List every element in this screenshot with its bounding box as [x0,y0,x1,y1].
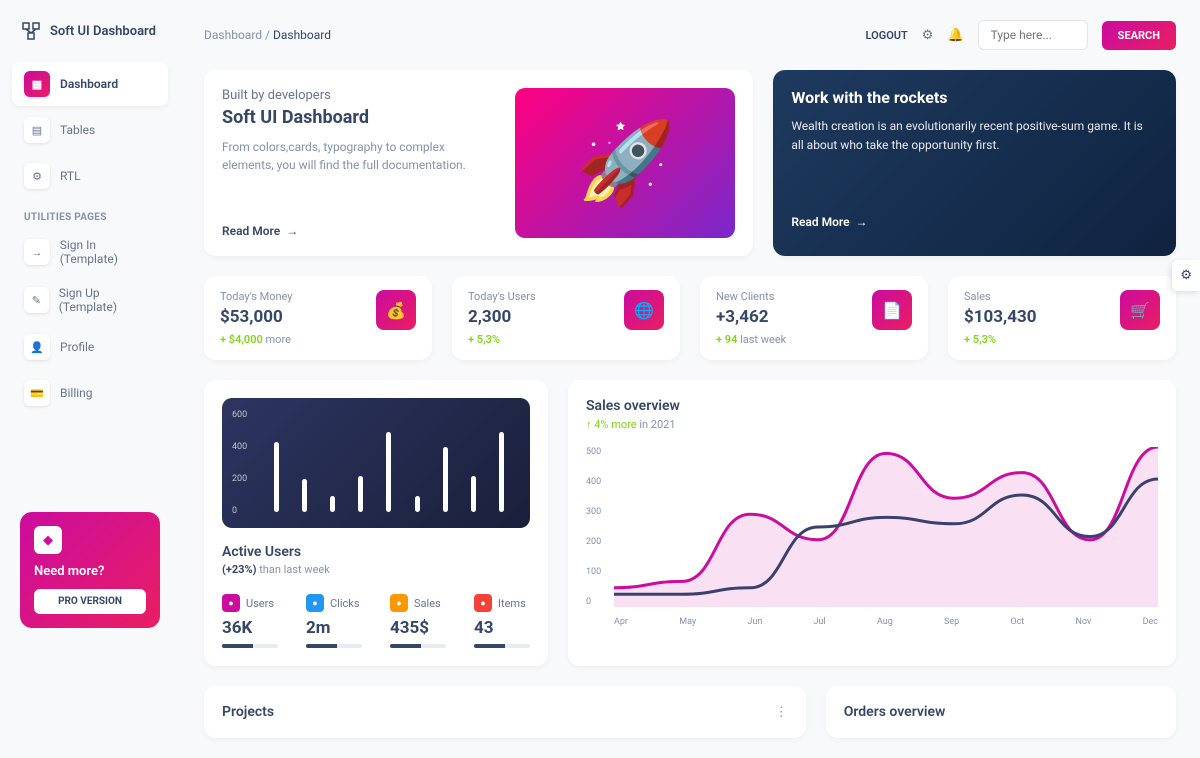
orders-title: Orders overview [844,704,1158,720]
stat-change: + 5,3% [468,333,536,346]
breadcrumb-parent[interactable]: Dashboard [204,28,262,42]
stat-value: $53,000 [220,307,293,327]
signin-icon: → [24,239,50,265]
metric-sales: ●Sales 435$ [390,594,446,648]
sales-title: Sales overview [586,398,1158,414]
sidebar-item-label: RTL [60,169,81,183]
stat-label: New Clients [716,290,786,303]
topbar: Dashboard / Dashboard LOGOUT ⚙ 🔔 SEARCH [204,20,1176,50]
hero-description: From colors,cards, typography to complex… [222,138,495,174]
rockets-card: Work with the rockets Wealth creation is… [773,70,1176,256]
logo-icon [20,20,42,42]
active-users-card: 6004002000 Active Users (+23%) than last… [204,380,548,666]
stat-card-users: Today's Users 2,300 + 5,3% 🌐 [452,276,680,360]
orders-card: Orders overview [826,686,1176,738]
sidebar-item-profile[interactable]: 👤 Profile [12,325,168,369]
dashboard-icon: ▦ [24,71,50,97]
stat-card-clients: New Clients +3,462 + 94 last week 📄 [700,276,928,360]
sidebar-item-label: Tables [60,123,95,137]
sidebar-item-label: Sign Up (Template) [59,286,156,314]
line-chart: 5004003002001000 AprMayJunJulAugSepOctNo… [586,447,1158,627]
sidebar-item-signup[interactable]: ✎ Sign Up (Template) [12,277,168,323]
stat-label: Today's Users [468,290,536,303]
logout-link[interactable]: LOGOUT [866,29,908,42]
settings-float-button[interactable]: ⚙ [1172,260,1200,291]
metric-items: ●Items 43 [474,594,530,648]
rockets-description: Wealth creation is an evolutionarily rec… [791,117,1158,155]
gear-icon[interactable]: ⚙ [922,28,934,43]
active-users-title: Active Users [222,544,530,560]
brand-logo[interactable]: Soft UI Dashboard [12,20,168,62]
pro-version-button[interactable]: PRO VERSION [34,589,146,614]
sidebar-item-tables[interactable]: ▤ Tables [12,108,168,152]
arrow-up-icon: ↑ [586,418,594,431]
sidebar-item-label: Sign In (Template) [60,238,156,266]
rocket-icon: 🚀 [576,116,676,210]
breadcrumb-current: Dashboard [273,28,331,42]
arrow-right-icon: → [286,224,298,238]
brand-text: Soft UI Dashboard [50,24,156,39]
stat-change: + $4,000 more [220,333,293,346]
stat-value: 2,300 [468,307,536,327]
sidebar: Soft UI Dashboard ▦ Dashboard ▤ Tables ⚙… [0,0,180,758]
billing-icon: 💳 [24,380,50,406]
sidebar-item-label: Billing [60,386,93,400]
sidebar-item-billing[interactable]: 💳 Billing [12,371,168,415]
document-icon: 📄 [872,290,912,330]
stat-change: + 5,3% [964,333,1036,346]
metric-users: ●Users 36K [222,594,278,648]
sales-overview-card: Sales overview ↑ 4% more in 2021 5004003… [568,380,1176,666]
sidebar-section-header: UTILITIES PAGES [12,200,168,229]
more-options-icon[interactable]: ⋮ [775,705,788,720]
signup-icon: ✎ [24,287,49,313]
diamond-icon: ◆ [34,526,62,554]
promo-card: ◆ Need more? PRO VERSION [20,512,160,628]
read-more-link[interactable]: Read More → [791,215,1158,229]
hero-title: Soft UI Dashboard [222,107,495,128]
rtl-icon: ⚙ [24,163,50,189]
breadcrumb: Dashboard / Dashboard [204,28,331,42]
stat-card-sales: Sales $103,430 + 5,3% 🛒 [948,276,1176,360]
stat-card-money: Today's Money $53,000 + $4,000 more 💰 [204,276,432,360]
bell-icon[interactable]: 🔔 [947,28,963,43]
sidebar-item-rtl[interactable]: ⚙ RTL [12,154,168,198]
search-button[interactable]: SEARCH [1102,21,1176,50]
stat-value: $103,430 [964,307,1036,327]
promo-title: Need more? [34,564,146,579]
hero-card: Built by developers Soft UI Dashboard Fr… [204,70,753,256]
search-input[interactable] [978,20,1088,50]
globe-icon: 🌐 [624,290,664,330]
tables-icon: ▤ [24,117,50,143]
profile-icon: 👤 [24,334,50,360]
metric-clicks: ●Clicks 2m [306,594,362,648]
stat-label: Today's Money [220,290,293,303]
sales-subtitle: ↑ 4% more in 2021 [586,418,1158,431]
main-content: Dashboard / Dashboard LOGOUT ⚙ 🔔 SEARCH … [180,0,1200,758]
sidebar-item-label: Dashboard [60,77,118,91]
hero-image: 🚀 [515,88,735,238]
hero-subtitle: Built by developers [222,88,495,103]
bar-chart: 6004002000 [222,398,530,528]
stat-label: Sales [964,290,1036,303]
sidebar-item-signin[interactable]: → Sign In (Template) [12,229,168,275]
stat-value: +3,462 [716,307,786,327]
sidebar-item-label: Profile [60,340,94,354]
topbar-right: LOGOUT ⚙ 🔔 SEARCH [866,20,1176,50]
projects-title: Projects [222,704,274,720]
money-icon: 💰 [376,290,416,330]
projects-card: Projects ⋮ [204,686,806,738]
stats-row: Today's Money $53,000 + $4,000 more 💰 To… [204,276,1176,360]
gear-icon: ⚙ [1180,268,1192,283]
rockets-title: Work with the rockets [791,88,1158,107]
arrow-right-icon: → [856,215,868,229]
cart-icon: 🛒 [1120,290,1160,330]
sidebar-item-dashboard[interactable]: ▦ Dashboard [12,62,168,106]
active-users-subtitle: (+23%) than last week [222,563,530,576]
read-more-link[interactable]: Read More → [222,224,495,238]
stat-change: + 94 last week [716,333,786,346]
